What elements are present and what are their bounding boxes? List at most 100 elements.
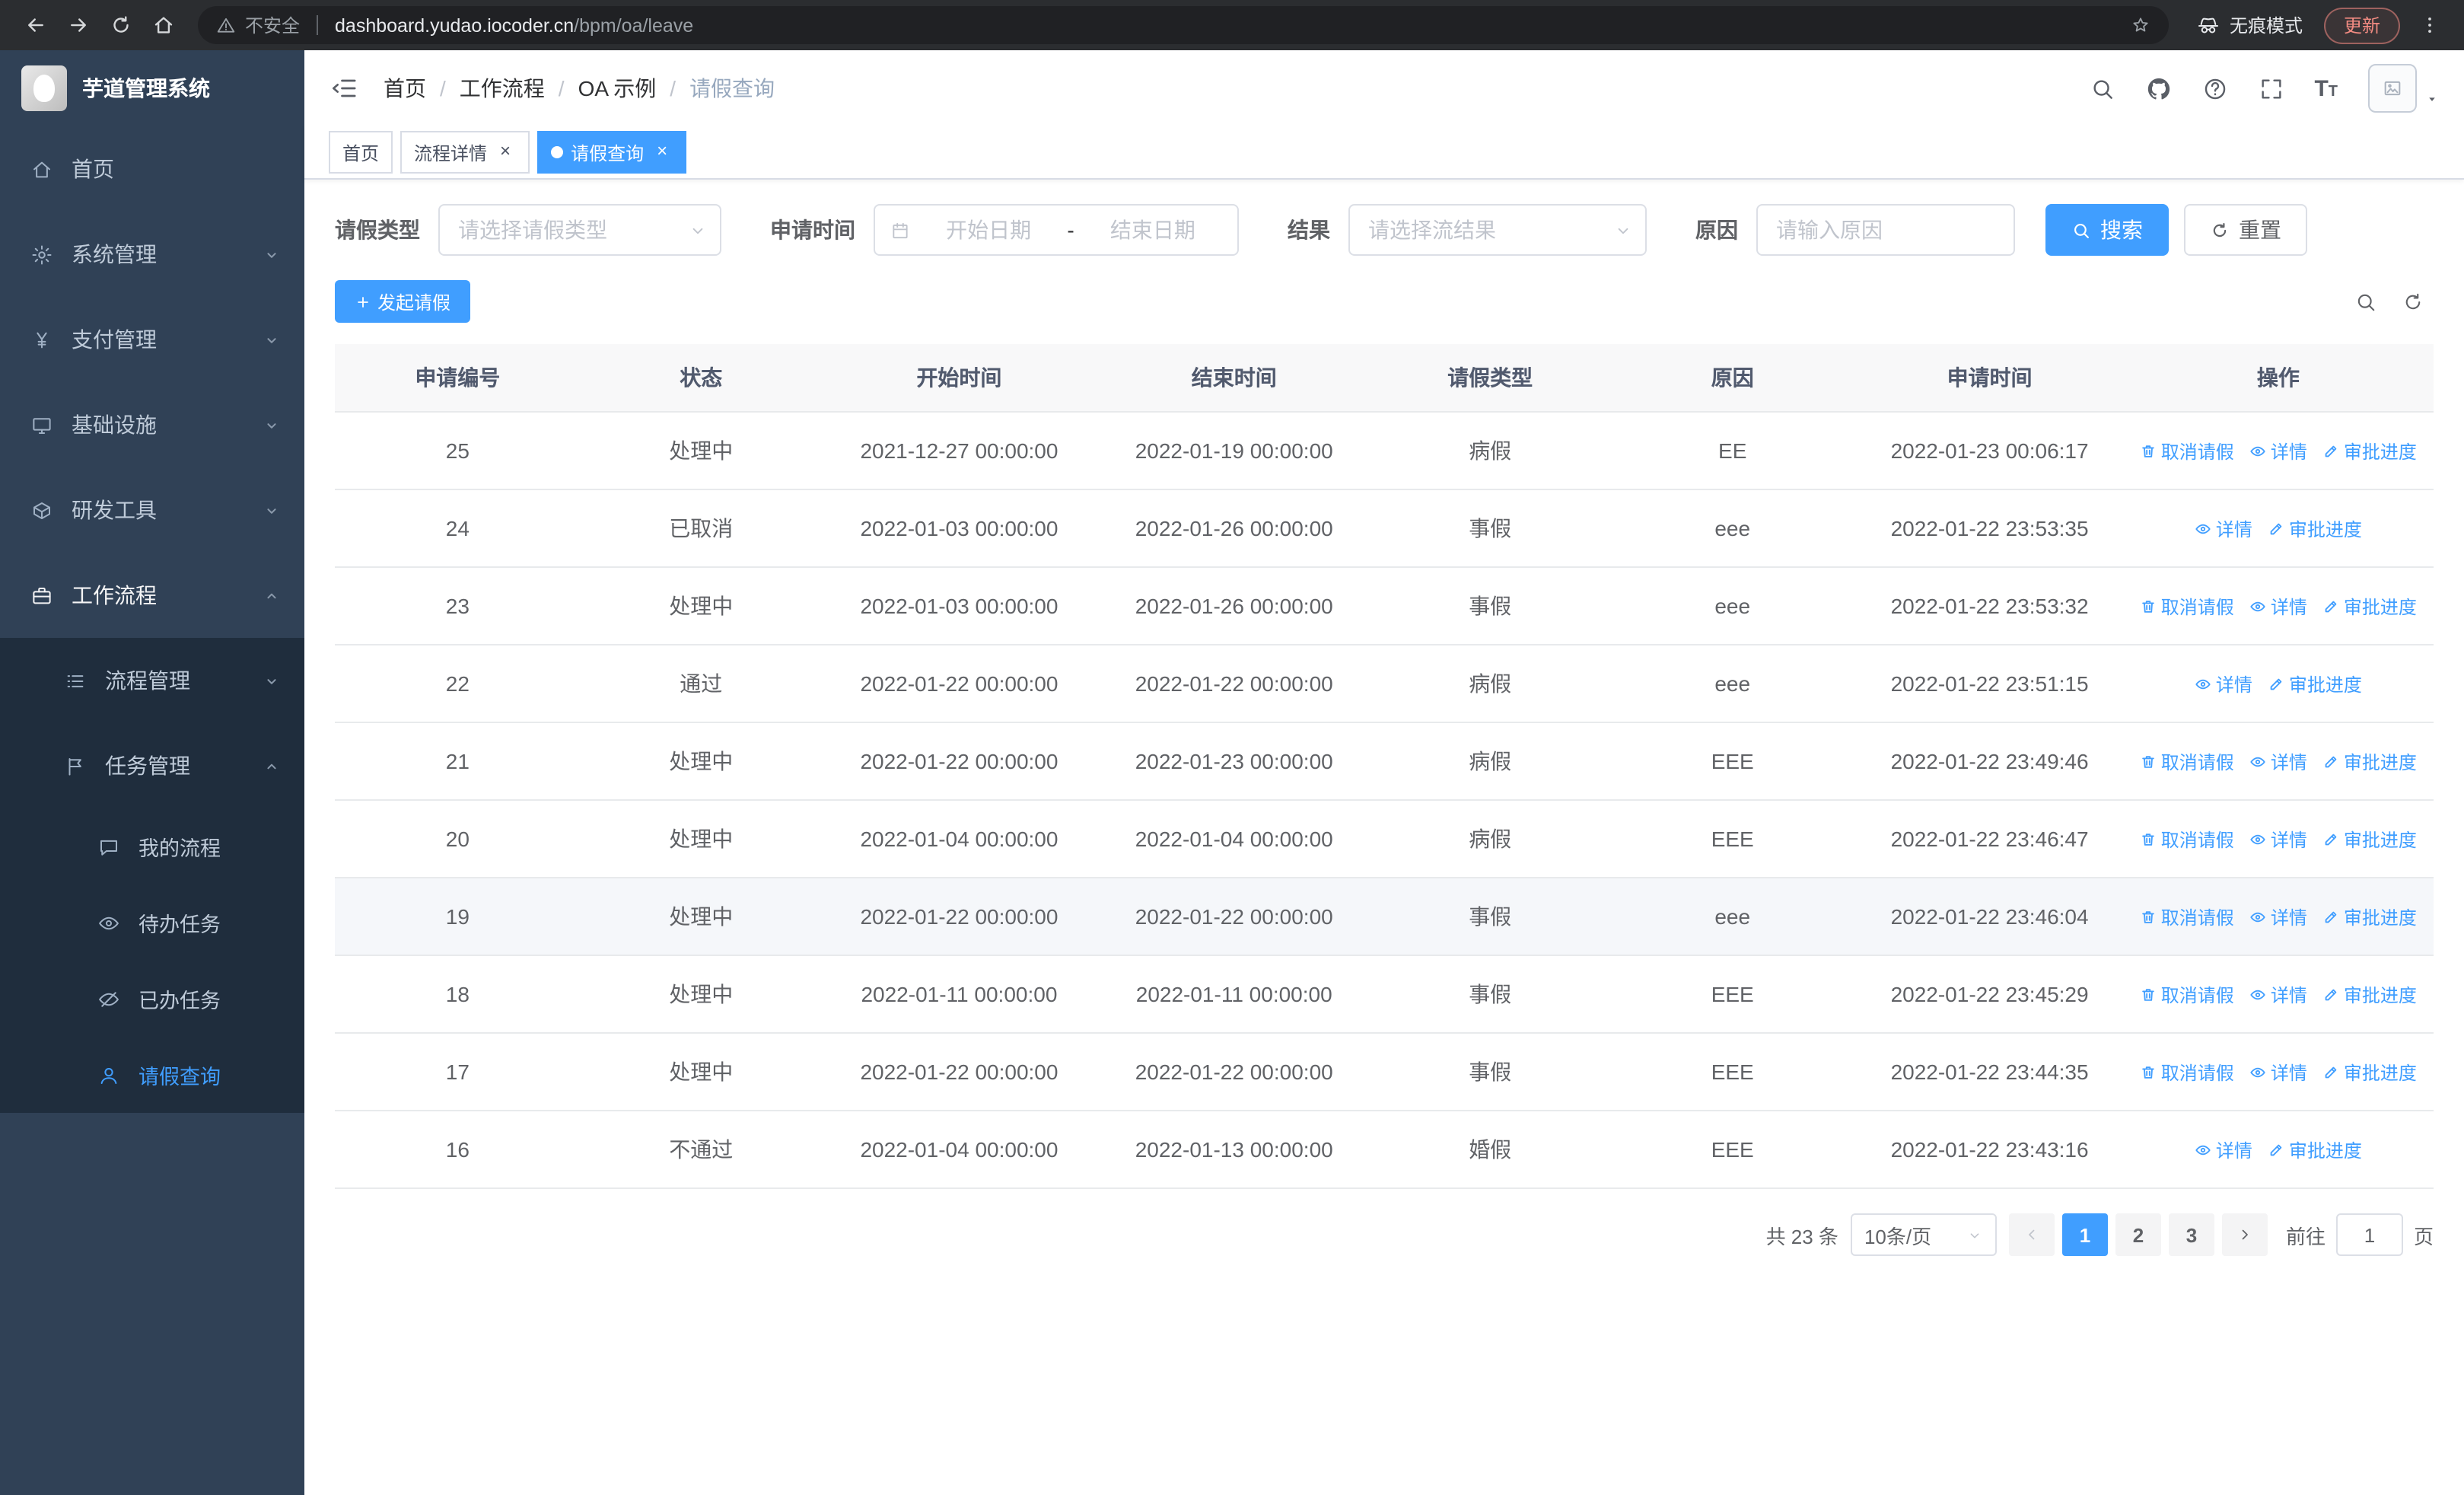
tab-home[interactable]: 首页 xyxy=(329,131,393,174)
apply-time-range-picker[interactable]: 开始日期 - 结束日期 xyxy=(874,204,1239,256)
page-button-3[interactable]: 3 xyxy=(2168,1213,2214,1256)
prev-page-button[interactable] xyxy=(2008,1213,2055,1256)
reason-input[interactable]: 请输入原因 xyxy=(1756,204,2015,256)
tab-leave-query[interactable]: 请假查询 × xyxy=(537,131,687,174)
address-bar[interactable]: 不安全 dashboard.yudao.iocoder.cn/bpm/oa/le… xyxy=(198,6,2169,44)
table-cell: 21 xyxy=(335,722,581,801)
operations-cell: 取消请假 详情 审批进度 xyxy=(2122,412,2434,490)
next-page-button[interactable] xyxy=(2221,1213,2268,1256)
progress-link[interactable]: 审批进度 xyxy=(2322,438,2417,464)
search-button[interactable]: 搜索 xyxy=(2045,204,2169,256)
app-logo[interactable]: 芋道管理系统 xyxy=(0,50,304,126)
page-size-select[interactable]: 10条/页 xyxy=(1850,1213,1997,1256)
progress-icon xyxy=(2325,600,2337,612)
table-cell: 处理中 xyxy=(580,800,822,878)
cancel-link[interactable]: 取消请假 xyxy=(2140,593,2234,619)
table-cell: EEE xyxy=(1609,800,1857,878)
table-cell: 处理中 xyxy=(580,1033,822,1111)
cancel-link[interactable]: 取消请假 xyxy=(2140,981,2234,1007)
fullscreen-icon[interactable] xyxy=(2258,75,2284,101)
progress-link[interactable]: 审批进度 xyxy=(2322,904,2417,929)
tab-close-icon[interactable]: × xyxy=(495,141,516,163)
progress-link[interactable]: 审批进度 xyxy=(2322,1059,2417,1085)
detail-link[interactable]: 详情 xyxy=(2249,904,2307,929)
progress-link[interactable]: 审批进度 xyxy=(2322,748,2417,774)
progress-link[interactable]: 审批进度 xyxy=(2322,826,2417,852)
header-search-icon[interactable] xyxy=(2089,75,2115,101)
sidebar-item-process-management[interactable]: 流程管理 xyxy=(0,638,304,723)
sidebar-item-task-management[interactable]: 任务管理 xyxy=(0,723,304,808)
progress-link[interactable]: 审批进度 xyxy=(2268,1136,2362,1162)
chevron-right-icon xyxy=(2242,1229,2248,1240)
chevron-down-icon xyxy=(267,337,276,343)
cancel-link[interactable]: 取消请假 xyxy=(2140,748,2234,774)
toggle-search-icon[interactable] xyxy=(2354,290,2377,313)
refresh-table-icon[interactable] xyxy=(2402,290,2424,313)
sidebar-item-workflow[interactable]: 工作流程 xyxy=(0,553,304,638)
breadcrumb-item[interactable]: 首页 xyxy=(384,73,426,104)
detail-link[interactable]: 详情 xyxy=(2249,748,2307,774)
page-button-2[interactable]: 2 xyxy=(2115,1213,2161,1256)
user-menu[interactable] xyxy=(2368,64,2440,113)
result-select[interactable]: 请选择流结果 xyxy=(1348,204,1647,256)
sidebar-item-leave-query[interactable]: 请假查询 xyxy=(0,1037,304,1113)
back-arrow-icon xyxy=(27,18,43,32)
sidebar-toggle-button[interactable] xyxy=(329,73,359,104)
detail-link[interactable]: 详情 xyxy=(2195,1136,2252,1162)
sidebar-item-system-management[interactable]: 系统管理 xyxy=(0,212,304,297)
browser-reload-button[interactable] xyxy=(100,5,140,45)
tab-close-icon[interactable]: × xyxy=(651,141,673,163)
sidebar-item-done-tasks[interactable]: 已办任务 xyxy=(0,961,304,1037)
help-icon[interactable] xyxy=(2201,75,2227,101)
progress-link[interactable]: 审批进度 xyxy=(2268,515,2362,541)
table-cell: 2021-12-27 00:00:00 xyxy=(821,412,1097,490)
github-icon[interactable] xyxy=(2145,75,2171,101)
text-size-icon[interactable]: TT xyxy=(2314,77,2338,100)
table-cell: 处理中 xyxy=(580,878,822,956)
table-cell: 2022-01-19 00:00:00 xyxy=(1097,412,1372,490)
sidebar-item-label: 支付管理 xyxy=(72,327,157,352)
tab-process-detail[interactable]: 流程详情 × xyxy=(400,131,530,174)
page-button-1[interactable]: 1 xyxy=(2061,1213,2108,1256)
cancel-link[interactable]: 取消请假 xyxy=(2140,438,2234,464)
table-cell: 19 xyxy=(335,878,581,956)
cancel-link[interactable]: 取消请假 xyxy=(2140,1059,2234,1085)
browser-update-button[interactable]: 更新 xyxy=(2323,7,2400,43)
sidebar-item-todo-tasks[interactable]: 待办任务 xyxy=(0,885,304,961)
tab-label: 流程详情 xyxy=(414,142,488,164)
sidebar-item-infrastructure[interactable]: 基础设施 xyxy=(0,382,304,467)
bookmark-star-icon[interactable] xyxy=(2131,15,2150,35)
detail-link[interactable]: 详情 xyxy=(2249,981,2307,1007)
sidebar-item-dev-tools[interactable]: 研发工具 xyxy=(0,467,304,553)
browser-forward-button[interactable] xyxy=(58,5,97,45)
detail-link[interactable]: 详情 xyxy=(2249,826,2307,852)
browser-menu-button[interactable] xyxy=(2409,5,2449,45)
reset-button[interactable]: 重置 xyxy=(2184,204,2307,256)
sidebar-item-my-process[interactable]: 我的流程 xyxy=(0,808,304,885)
leave-type-select[interactable]: 请选择请假类型 xyxy=(438,204,721,256)
create-leave-button[interactable]: 发起请假 xyxy=(335,280,471,323)
detail-link[interactable]: 详情 xyxy=(2249,438,2307,464)
breadcrumb-item[interactable]: 工作流程 xyxy=(460,73,545,104)
detail-icon xyxy=(2250,601,2265,611)
chevron-down-icon xyxy=(267,678,276,684)
breadcrumb-item[interactable]: OA 示例 xyxy=(578,73,657,104)
cancel-link[interactable]: 取消请假 xyxy=(2140,826,2234,852)
sidebar-item-payment-management[interactable]: 支付管理 xyxy=(0,297,304,382)
progress-link[interactable]: 审批进度 xyxy=(2268,671,2362,696)
detail-icon xyxy=(2250,989,2265,999)
sidebar-item-home[interactable]: 首页 xyxy=(0,126,304,212)
goto-page-input[interactable] xyxy=(2335,1213,2403,1256)
detail-link[interactable]: 详情 xyxy=(2195,515,2252,541)
detail-link[interactable]: 详情 xyxy=(2195,671,2252,696)
cancel-link[interactable]: 取消请假 xyxy=(2140,904,2234,929)
browser-home-button[interactable] xyxy=(143,5,183,45)
detail-link[interactable]: 详情 xyxy=(2249,1059,2307,1085)
detail-link[interactable]: 详情 xyxy=(2249,593,2307,619)
table-cell: 2022-01-22 23:53:35 xyxy=(1856,489,2123,568)
refresh-icon xyxy=(2213,222,2227,237)
progress-link[interactable]: 审批进度 xyxy=(2322,593,2417,619)
progress-link[interactable]: 审批进度 xyxy=(2322,981,2417,1007)
table-cell: 22 xyxy=(335,645,581,723)
browser-back-button[interactable] xyxy=(15,5,55,45)
